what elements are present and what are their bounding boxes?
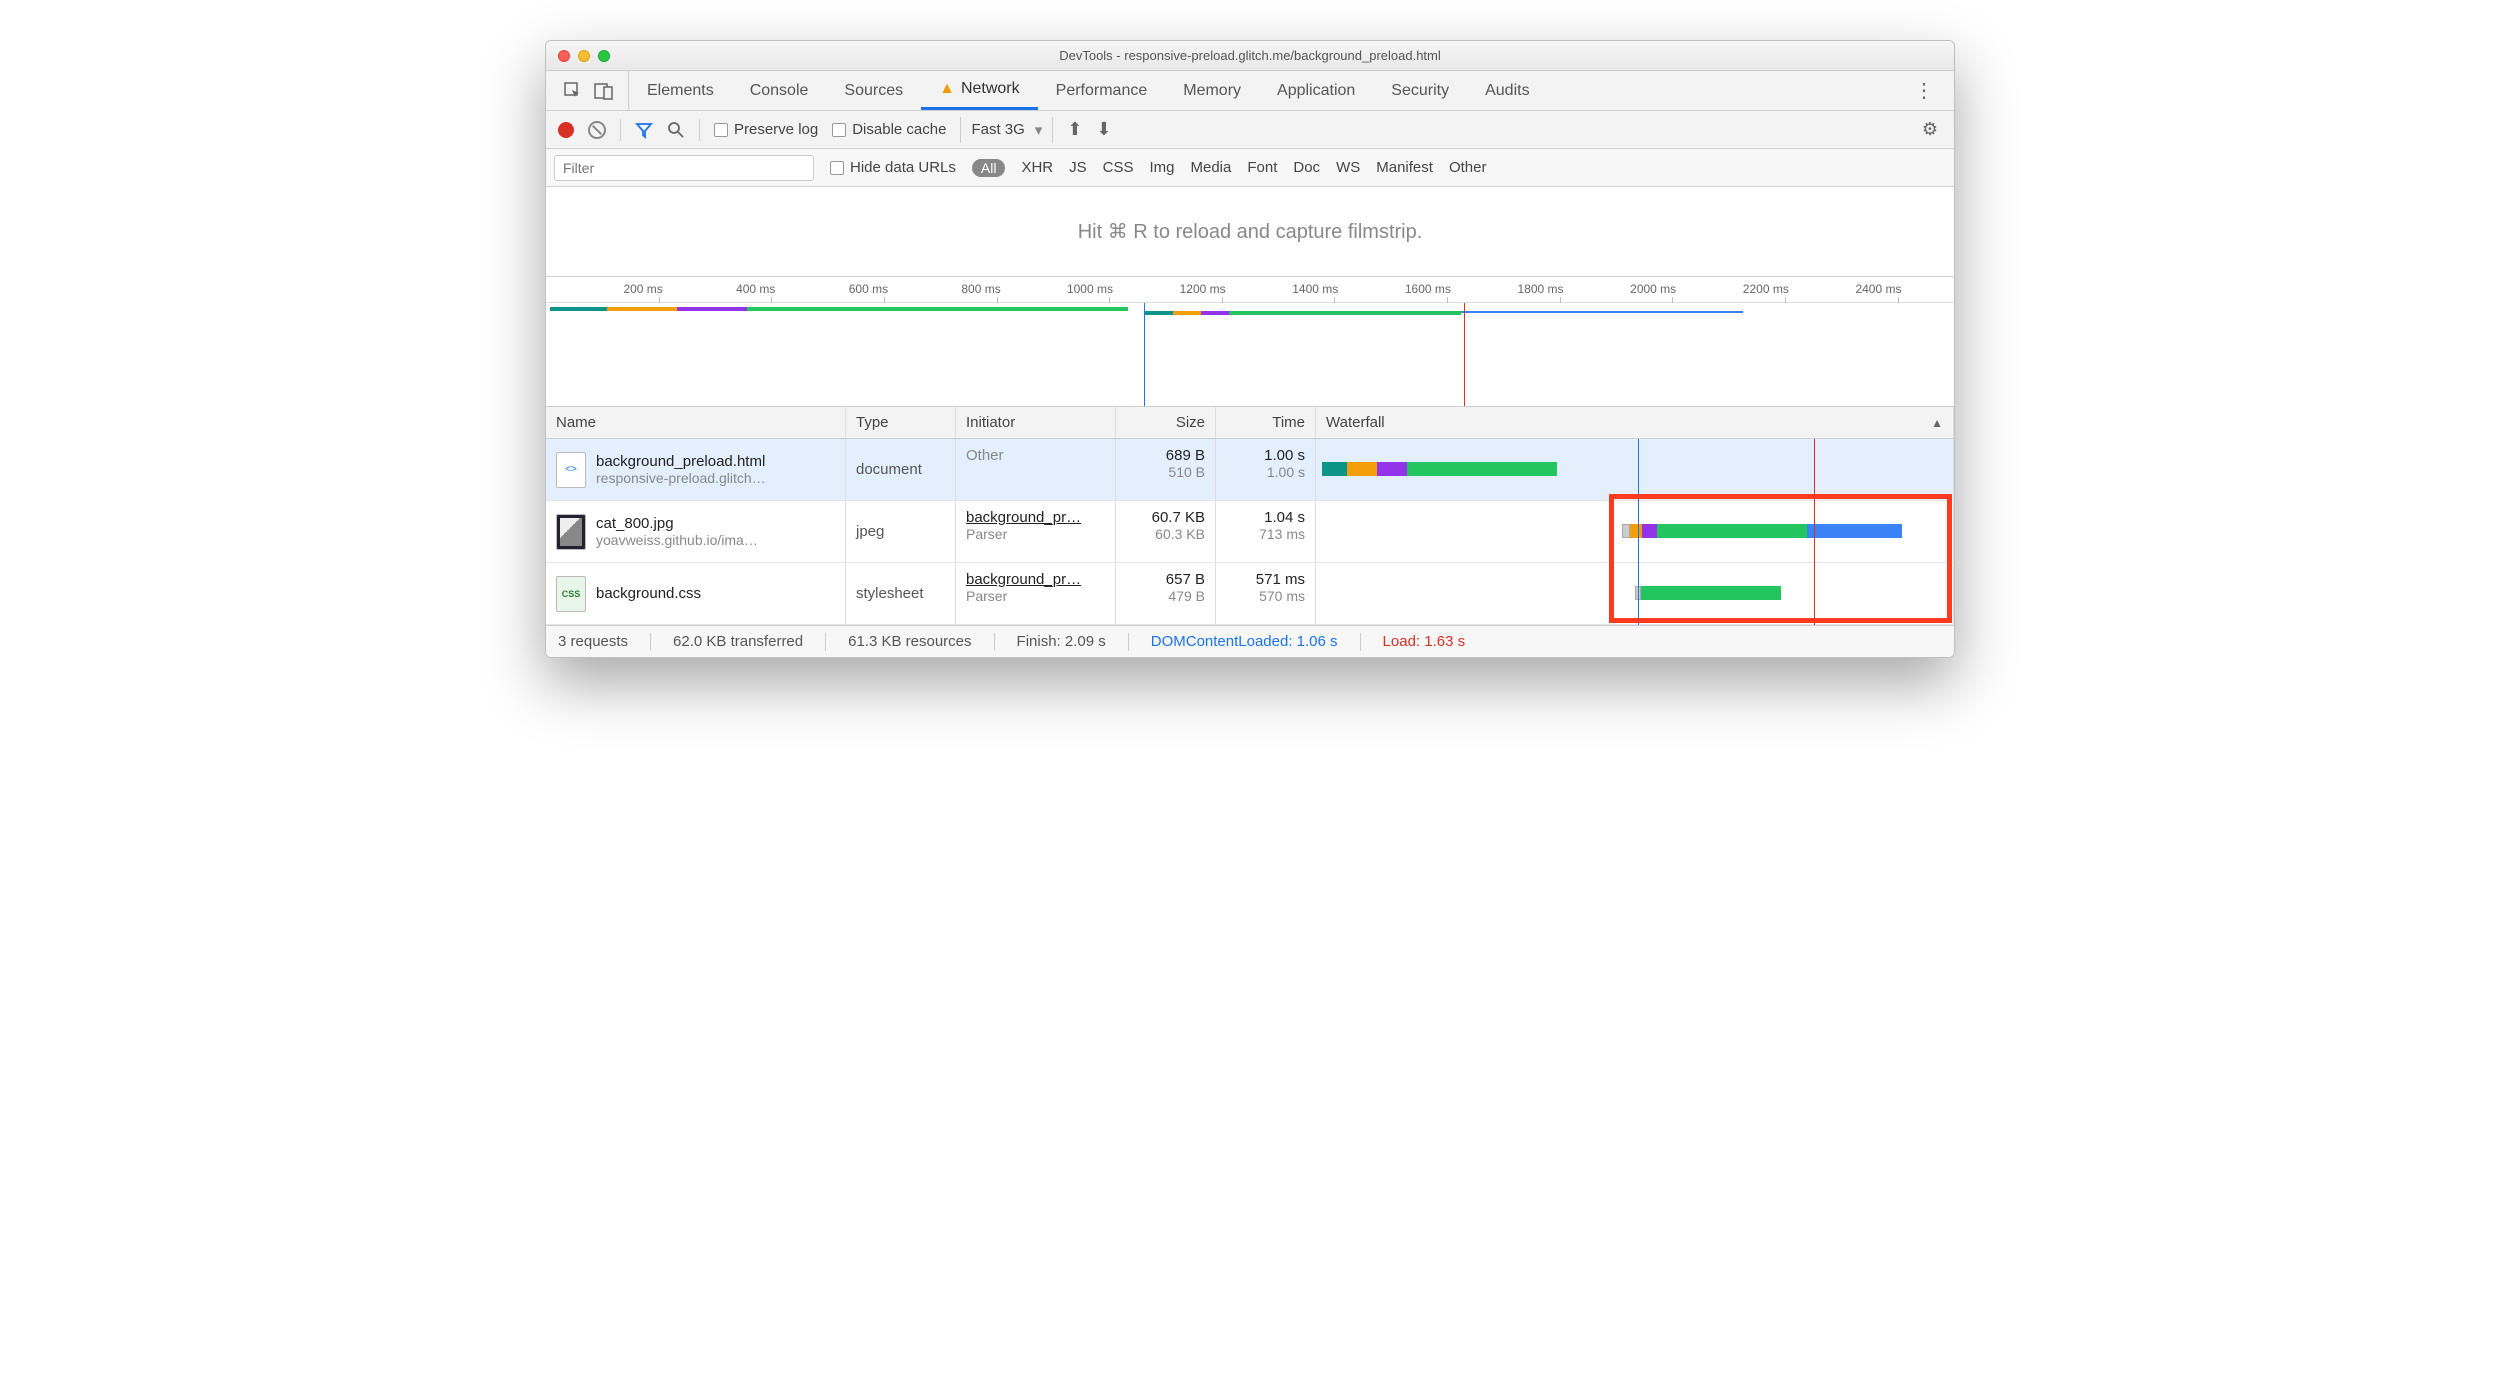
image-file-icon — [556, 514, 586, 550]
status-resources: 61.3 KB resources — [848, 633, 971, 650]
network-toolbar: Preserve log Disable cache Fast 3G ▾ ⬆ ⬇… — [546, 111, 1954, 149]
table-row[interactable]: <> background_preload.html responsive-pr… — [546, 439, 1954, 501]
window-title: DevTools - responsive-preload.glitch.me/… — [546, 48, 1954, 63]
filter-type-other[interactable]: Other — [1449, 159, 1487, 176]
throttling-select[interactable]: Fast 3G ▾ — [960, 117, 1053, 143]
table-row[interactable]: cat_800.jpg yoavweiss.github.io/ima… jpe… — [546, 501, 1954, 563]
status-transferred: 62.0 KB transferred — [673, 633, 803, 650]
timeline-overview[interactable]: 200 ms 400 ms 600 ms 800 ms 1000 ms 1200… — [546, 277, 1954, 407]
settings-icon[interactable]: ⚙ — [1922, 119, 1942, 140]
tab-application[interactable]: Application — [1259, 71, 1373, 110]
header-size[interactable]: Size — [1116, 407, 1216, 438]
record-button[interactable] — [558, 122, 574, 138]
load-line — [1814, 439, 1815, 625]
filter-bar: Hide data URLs All XHR JS CSS Img Media … — [546, 149, 1954, 187]
chevron-down-icon: ▾ — [1035, 121, 1043, 139]
device-toggle-icon[interactable] — [594, 82, 614, 100]
filter-icon[interactable] — [635, 121, 653, 139]
header-initiator[interactable]: Initiator — [956, 407, 1116, 438]
table-row[interactable]: CSS background.css stylesheet background… — [546, 563, 1954, 625]
header-name[interactable]: Name — [546, 407, 846, 438]
filter-type-doc[interactable]: Doc — [1293, 159, 1320, 176]
search-icon[interactable] — [667, 121, 685, 139]
tab-audits[interactable]: Audits — [1467, 71, 1547, 110]
filter-type-manifest[interactable]: Manifest — [1376, 159, 1433, 176]
header-type[interactable]: Type — [846, 407, 956, 438]
dcl-marker — [1144, 303, 1145, 406]
tab-elements[interactable]: Elements — [629, 71, 732, 110]
filter-type-img[interactable]: Img — [1149, 159, 1174, 176]
status-dcl: DOMContentLoaded: 1.06 s — [1151, 633, 1338, 650]
filter-type-xhr[interactable]: XHR — [1021, 159, 1053, 176]
devtools-window: DevTools - responsive-preload.glitch.me/… — [545, 40, 1955, 658]
sort-arrow-icon: ▲ — [1931, 416, 1943, 430]
upload-icon[interactable]: ⬆ — [1067, 119, 1082, 140]
tab-console[interactable]: Console — [732, 71, 827, 110]
hide-data-urls-checkbox[interactable]: Hide data URLs — [830, 159, 956, 176]
status-finish: Finish: 2.09 s — [1017, 633, 1106, 650]
filmstrip-hint: Hit ⌘ R to reload and capture filmstrip. — [546, 187, 1954, 277]
request-list: <> background_preload.html responsive-pr… — [546, 439, 1954, 625]
warning-icon: ▲ — [939, 80, 955, 98]
inspect-icon[interactable] — [564, 82, 582, 100]
clear-button[interactable] — [588, 121, 606, 139]
tab-network[interactable]: ▲ Network — [921, 71, 1038, 110]
filter-type-css[interactable]: CSS — [1103, 159, 1134, 176]
tab-memory[interactable]: Memory — [1165, 71, 1259, 110]
filter-type-media[interactable]: Media — [1191, 159, 1232, 176]
download-icon[interactable]: ⬇ — [1096, 119, 1111, 140]
preserve-log-checkbox[interactable]: Preserve log — [714, 121, 818, 138]
titlebar: DevTools - responsive-preload.glitch.me/… — [546, 41, 1954, 71]
header-waterfall[interactable]: Waterfall▲ — [1316, 407, 1954, 438]
load-marker — [1464, 303, 1465, 406]
status-bar: 3 requests 62.0 KB transferred 61.3 KB r… — [546, 625, 1954, 657]
kebab-menu-icon[interactable]: ⋮ — [1898, 78, 1950, 103]
tab-sources[interactable]: Sources — [826, 71, 921, 110]
filter-type-font[interactable]: Font — [1247, 159, 1277, 176]
tab-security[interactable]: Security — [1373, 71, 1467, 110]
status-requests: 3 requests — [558, 633, 628, 650]
timeline-ruler: 200 ms 400 ms 600 ms 800 ms 1000 ms 1200… — [546, 277, 1954, 303]
header-time[interactable]: Time — [1216, 407, 1316, 438]
filter-type-js[interactable]: JS — [1069, 159, 1087, 176]
table-headers: Name Type Initiator Size Time Waterfall▲ — [546, 407, 1954, 439]
status-load: Load: 1.63 s — [1383, 633, 1466, 650]
dcl-line — [1638, 439, 1639, 625]
waterfall-cell — [1316, 439, 1954, 500]
waterfall-cell — [1316, 501, 1954, 562]
filter-type-all[interactable]: All — [972, 159, 1006, 177]
waterfall-cell — [1316, 563, 1954, 624]
html-file-icon: <> — [556, 452, 586, 488]
main-tabs: Elements Console Sources ▲ Network Perfo… — [546, 71, 1954, 111]
filter-type-ws[interactable]: WS — [1336, 159, 1360, 176]
disable-cache-checkbox[interactable]: Disable cache — [832, 121, 946, 138]
tab-performance[interactable]: Performance — [1038, 71, 1166, 110]
filter-input[interactable] — [554, 155, 814, 181]
css-file-icon: CSS — [556, 576, 586, 612]
